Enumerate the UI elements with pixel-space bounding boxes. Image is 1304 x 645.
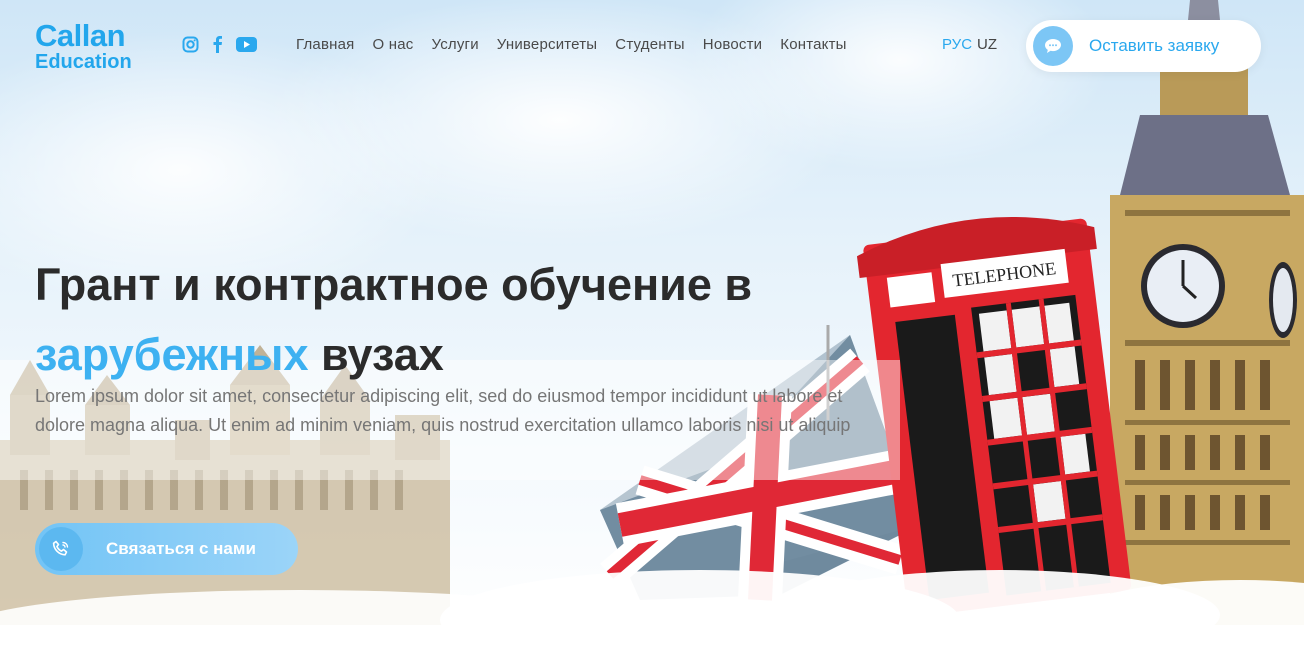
instagram-icon[interactable]: [181, 35, 199, 53]
nav-item-contacts[interactable]: Контакты: [780, 36, 846, 53]
nav-item-about[interactable]: О нас: [373, 36, 414, 53]
submit-request-label: Оставить заявку: [1089, 36, 1220, 55]
nav-item-universities[interactable]: Университеты: [497, 36, 597, 53]
youtube-icon[interactable]: [235, 35, 257, 53]
hero-title-part-2: вузах: [321, 329, 444, 380]
nav-item-students[interactable]: Студенты: [615, 36, 685, 53]
nav-item-news[interactable]: Новости: [703, 36, 762, 53]
nav-item-home[interactable]: Главная: [296, 36, 355, 53]
chat-bubble-icon: [1033, 26, 1073, 66]
hero-title: Грант и контрактное обучение в зарубежны…: [35, 250, 895, 390]
nav-item-services[interactable]: Услуги: [431, 36, 478, 53]
logo-line-2: Education: [35, 51, 132, 73]
contact-us-button[interactable]: Связаться с нами: [35, 523, 298, 575]
submit-request-button[interactable]: Оставить заявку: [1026, 20, 1261, 72]
main-nav: Главная О нас Услуги Университеты Студен…: [296, 36, 847, 53]
hero-description: Lorem ipsum dolor sit amet, consectetur …: [35, 386, 851, 435]
hero-title-accent: зарубежных: [35, 329, 309, 380]
language-switcher: РУС UZ: [942, 36, 997, 53]
social-links: [181, 35, 257, 53]
contact-us-label: Связаться с нами: [106, 539, 256, 558]
phone-icon: [39, 527, 83, 571]
big-ben-illustration: [1110, 0, 1304, 645]
lang-uz[interactable]: UZ: [977, 36, 997, 53]
lang-ru[interactable]: РУС: [942, 36, 972, 53]
hero-title-part-1: Грант и контрактное обучение в: [35, 259, 753, 310]
facebook-icon[interactable]: [208, 35, 226, 53]
logo[interactable]: Callan Education: [35, 20, 132, 72]
logo-line-1: Callan: [35, 18, 126, 53]
